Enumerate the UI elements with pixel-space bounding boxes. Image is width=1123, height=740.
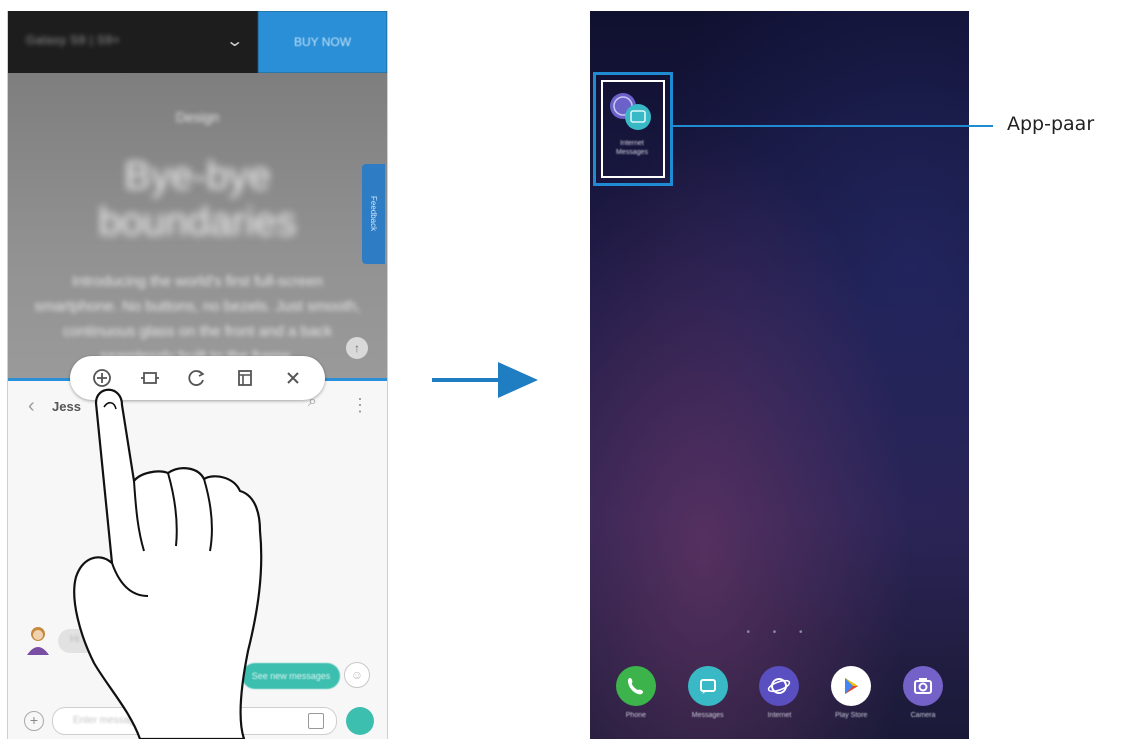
- page-indicator: • • •: [746, 627, 813, 638]
- dock-app-phone[interactable]: Phone: [606, 666, 666, 736]
- app-pair-label-line-2: Messages: [616, 149, 648, 156]
- transition-arrow-icon: [432, 362, 538, 398]
- dock-label: Camera: [910, 712, 936, 719]
- right-phone-home-screen: Internet Messages • • • Phone Messages I…: [590, 11, 969, 739]
- callout-leader-line: [673, 125, 993, 127]
- dock-app-play-store[interactable]: Play Store: [821, 666, 881, 736]
- app-pair-label: Internet Messages: [604, 139, 660, 157]
- left-phone-screen: Galaxy S9 | S9+ ⌄ BUY NOW Design Bye-bye…: [7, 11, 388, 739]
- dock-label: Phone: [625, 712, 647, 719]
- dock-label: Play Store: [835, 712, 868, 719]
- internet-icon: [759, 666, 800, 706]
- tapping-hand-illustration: [73, 388, 263, 739]
- dock-label: Internet: [767, 712, 792, 719]
- dock-app-camera[interactable]: Camera: [893, 666, 953, 736]
- dock-label: Messages: [691, 712, 724, 719]
- app-pair-label-line-1: Internet: [620, 140, 644, 147]
- dock-app-internet[interactable]: Internet: [749, 666, 809, 736]
- app-pair-icon[interactable]: [608, 91, 652, 131]
- home-dock: Phone Messages Internet Play Store Camer…: [590, 666, 969, 736]
- camera-icon: [903, 666, 944, 706]
- messages-icon: [687, 666, 728, 706]
- play-store-icon: [831, 666, 872, 706]
- dock-app-messages[interactable]: Messages: [678, 666, 738, 736]
- app-pair-callout-label: App-paar: [1007, 113, 1095, 135]
- phone-icon: [615, 666, 656, 706]
